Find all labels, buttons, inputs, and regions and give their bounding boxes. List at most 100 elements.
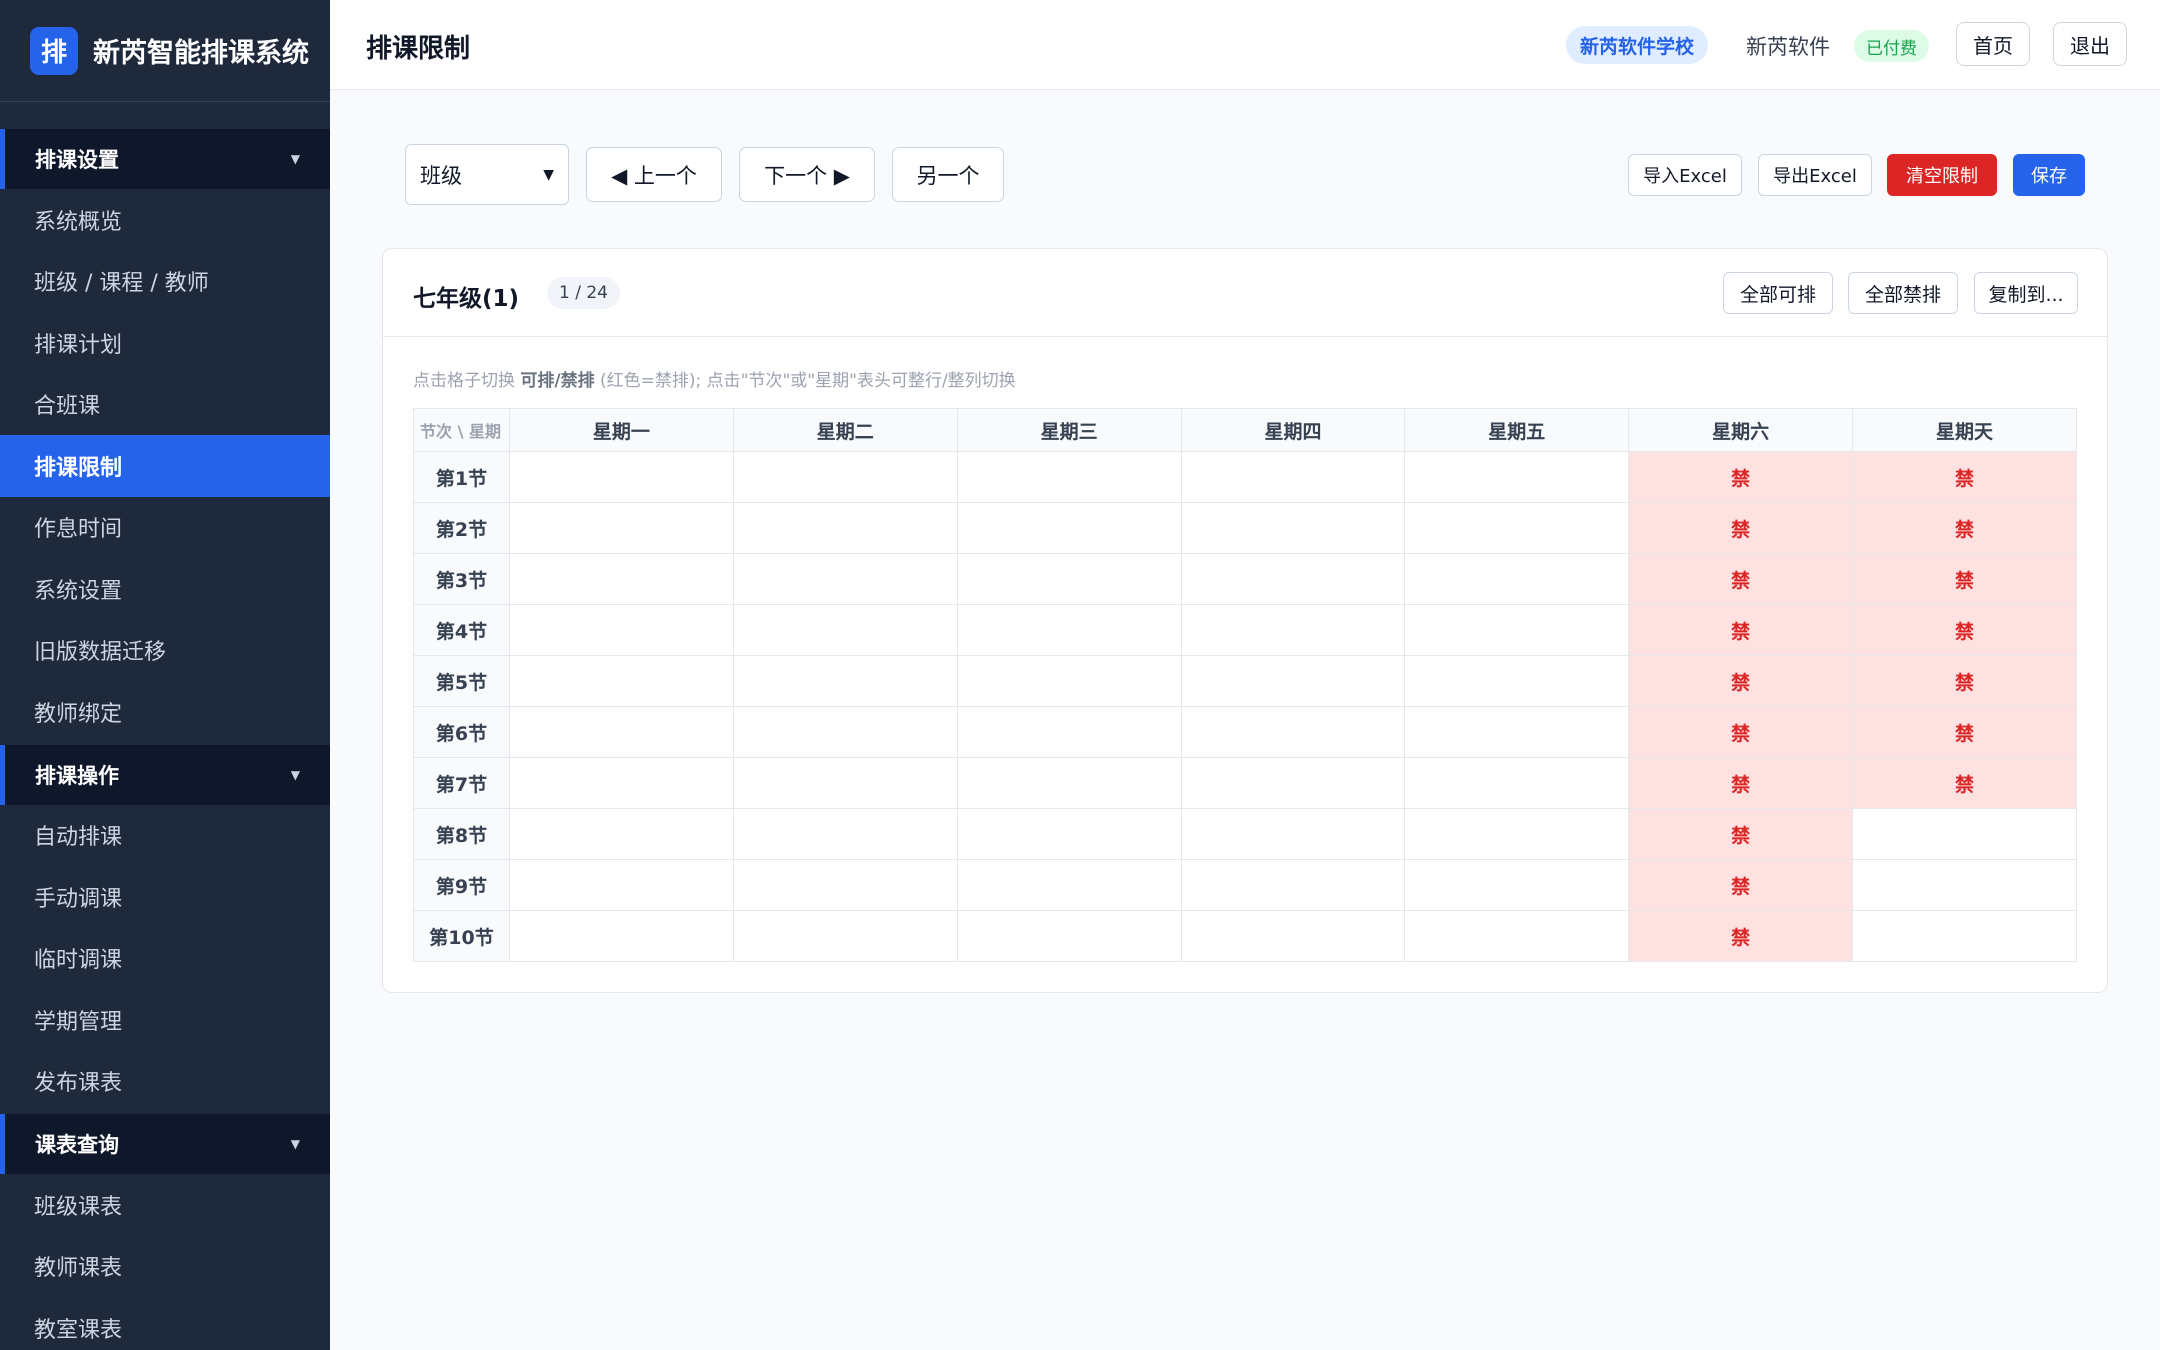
- period-header[interactable]: 第9节: [413, 859, 510, 911]
- sidebar-item-combined-class[interactable]: 合班课: [0, 374, 330, 436]
- next-button[interactable]: 下一个 ▶: [739, 147, 875, 202]
- period-header[interactable]: 第5节: [413, 655, 510, 707]
- slot-cell[interactable]: [1404, 757, 1630, 809]
- sidebar-item-teacher-binding[interactable]: 教师绑定: [0, 681, 330, 743]
- slot-cell[interactable]: [509, 655, 734, 707]
- slot-cell[interactable]: [1180, 808, 1406, 860]
- slot-cell-banned[interactable]: 禁: [1628, 757, 1854, 809]
- day-header[interactable]: 星期天: [1852, 408, 2077, 452]
- day-header[interactable]: 星期四: [1180, 408, 1406, 452]
- slot-cell[interactable]: [956, 604, 1182, 656]
- slot-cell[interactable]: [956, 502, 1182, 554]
- slot-cell[interactable]: [509, 808, 734, 860]
- day-header[interactable]: 星期三: [956, 408, 1182, 452]
- sidebar-item-teacher-schedule[interactable]: 教师课表: [0, 1236, 330, 1298]
- slot-cell[interactable]: [732, 808, 958, 860]
- day-header[interactable]: 星期五: [1404, 408, 1630, 452]
- sidebar-item-timetable[interactable]: 作息时间: [0, 497, 330, 559]
- copy-to-button[interactable]: 复制到...: [1974, 272, 2078, 314]
- slot-cell[interactable]: [956, 655, 1182, 707]
- import-excel-button[interactable]: 导入Excel: [1628, 154, 1742, 196]
- sidebar-item-class-schedule[interactable]: 班级课表: [0, 1174, 330, 1236]
- slot-cell-banned[interactable]: 禁: [1852, 451, 2077, 503]
- slot-cell-banned[interactable]: 禁: [1628, 502, 1854, 554]
- slot-cell-banned[interactable]: 禁: [1628, 604, 1854, 656]
- day-header[interactable]: 星期六: [1628, 408, 1854, 452]
- sidebar-item-schedule-plan[interactable]: 排课计划: [0, 312, 330, 374]
- slot-cell[interactable]: [1180, 706, 1406, 758]
- slot-cell[interactable]: [732, 553, 958, 605]
- sidebar-item-system-settings[interactable]: 系统设置: [0, 558, 330, 620]
- all-allow-button[interactable]: 全部可排: [1723, 272, 1833, 314]
- slot-cell[interactable]: [509, 553, 734, 605]
- slot-cell[interactable]: [732, 451, 958, 503]
- slot-cell[interactable]: [1852, 859, 2077, 911]
- entity-type-select[interactable]: 班级 ▼: [405, 144, 569, 205]
- slot-cell[interactable]: [732, 859, 958, 911]
- export-excel-button[interactable]: 导出Excel: [1758, 154, 1872, 196]
- slot-cell[interactable]: [1180, 451, 1406, 503]
- slot-cell-banned[interactable]: 禁: [1628, 808, 1854, 860]
- logout-button[interactable]: 退出: [2053, 22, 2127, 66]
- slot-cell[interactable]: [956, 757, 1182, 809]
- slot-cell[interactable]: [1180, 910, 1406, 962]
- slot-cell[interactable]: [1180, 655, 1406, 707]
- sidebar-group-query[interactable]: 课表查询 ▼: [0, 1114, 330, 1174]
- period-header[interactable]: 第2节: [413, 502, 510, 554]
- slot-cell-banned[interactable]: 禁: [1852, 604, 2077, 656]
- period-header[interactable]: 第7节: [413, 757, 510, 809]
- slot-cell-banned[interactable]: 禁: [1628, 451, 1854, 503]
- prev-button[interactable]: ◀ 上一个: [586, 147, 722, 202]
- slot-cell[interactable]: [732, 706, 958, 758]
- period-header[interactable]: 第3节: [413, 553, 510, 605]
- save-button[interactable]: 保存: [2013, 154, 2085, 196]
- slot-cell[interactable]: [509, 604, 734, 656]
- period-header[interactable]: 第8节: [413, 808, 510, 860]
- slot-cell-banned[interactable]: 禁: [1852, 502, 2077, 554]
- slot-cell[interactable]: [509, 451, 734, 503]
- sidebar-item-semester[interactable]: 学期管理: [0, 989, 330, 1051]
- sidebar-item-room-schedule[interactable]: 教室课表: [0, 1297, 330, 1350]
- sidebar-item-data-migration[interactable]: 旧版数据迁移: [0, 620, 330, 682]
- slot-cell-banned[interactable]: 禁: [1628, 910, 1854, 962]
- sidebar-group-operations[interactable]: 排课操作 ▼: [0, 744, 330, 805]
- slot-cell[interactable]: [1180, 604, 1406, 656]
- period-header[interactable]: 第4节: [413, 604, 510, 656]
- slot-cell-banned[interactable]: 禁: [1628, 655, 1854, 707]
- slot-cell[interactable]: [509, 859, 734, 911]
- slot-cell[interactable]: [956, 553, 1182, 605]
- sidebar-item-temp-adjust[interactable]: 临时调课: [0, 928, 330, 990]
- slot-cell[interactable]: [1404, 604, 1630, 656]
- slot-cell-banned[interactable]: 禁: [1852, 757, 2077, 809]
- slot-cell[interactable]: [956, 910, 1182, 962]
- sidebar-item-restrictions[interactable]: 排课限制: [0, 435, 330, 497]
- slot-cell-banned[interactable]: 禁: [1852, 553, 2077, 605]
- slot-cell[interactable]: [509, 757, 734, 809]
- sidebar-item-publish[interactable]: 发布课表: [0, 1051, 330, 1113]
- slot-cell[interactable]: [956, 451, 1182, 503]
- all-ban-button[interactable]: 全部禁排: [1848, 272, 1958, 314]
- slot-cell[interactable]: [1180, 757, 1406, 809]
- slot-cell-banned[interactable]: 禁: [1852, 706, 2077, 758]
- period-header[interactable]: 第6节: [413, 706, 510, 758]
- sidebar-item-overview[interactable]: 系统概览: [0, 189, 330, 251]
- slot-cell[interactable]: [732, 604, 958, 656]
- slot-cell[interactable]: [732, 757, 958, 809]
- period-header[interactable]: 第1节: [413, 451, 510, 503]
- sidebar-group-settings[interactable]: 排课设置 ▼: [0, 129, 330, 189]
- slot-cell[interactable]: [1404, 706, 1630, 758]
- slot-cell[interactable]: [732, 502, 958, 554]
- slot-cell[interactable]: [1404, 451, 1630, 503]
- slot-cell-banned[interactable]: 禁: [1628, 859, 1854, 911]
- slot-cell[interactable]: [509, 502, 734, 554]
- slot-cell[interactable]: [956, 808, 1182, 860]
- slot-cell[interactable]: [732, 655, 958, 707]
- slot-cell[interactable]: [1180, 502, 1406, 554]
- day-header[interactable]: 星期二: [732, 408, 958, 452]
- day-header[interactable]: 星期一: [509, 408, 734, 452]
- home-button[interactable]: 首页: [1956, 22, 2030, 66]
- sidebar-item-auto-schedule[interactable]: 自动排课: [0, 805, 330, 867]
- slot-cell[interactable]: [956, 706, 1182, 758]
- slot-cell-banned[interactable]: 禁: [1852, 655, 2077, 707]
- another-button[interactable]: 另一个: [892, 147, 1004, 202]
